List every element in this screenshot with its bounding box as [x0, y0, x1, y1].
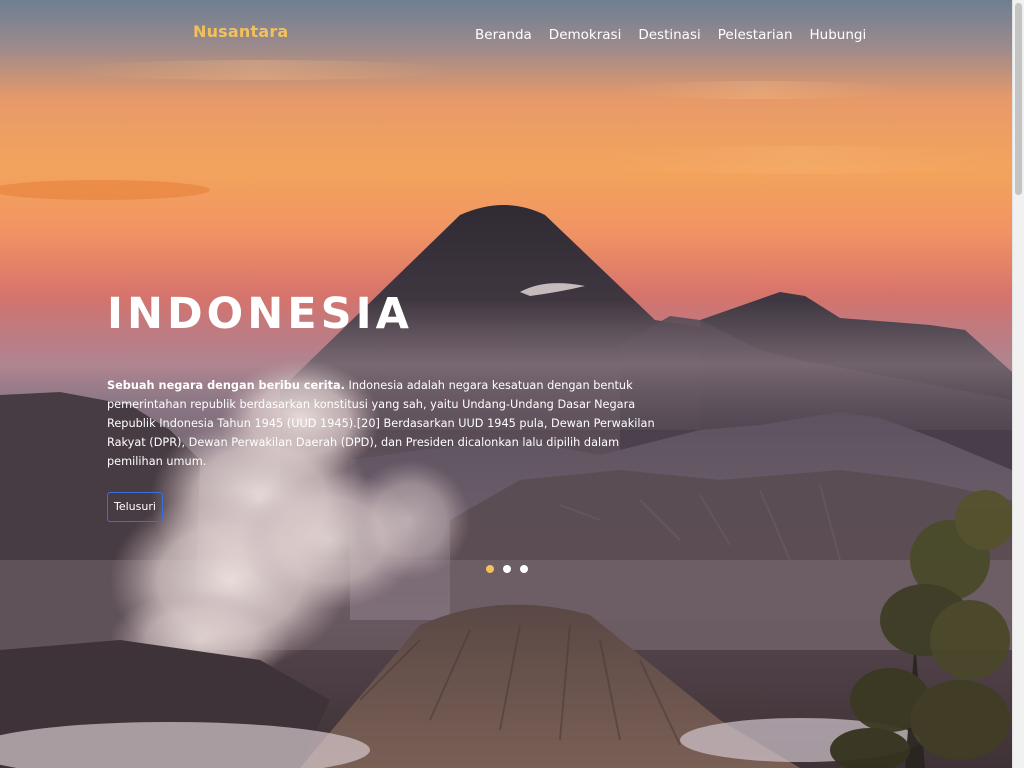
- nav-item-hubungi: Hubungi: [810, 24, 884, 43]
- carousel-indicators: [486, 565, 528, 573]
- vertical-scrollbar[interactable]: [1012, 0, 1024, 768]
- hero-content: INDONESIA Sebuah negara dengan beribu ce…: [107, 286, 667, 522]
- brand-logo[interactable]: Nusantara: [193, 22, 288, 41]
- nav-link-destinasi[interactable]: Destinasi: [638, 27, 700, 43]
- hero-title: INDONESIA: [107, 289, 413, 339]
- scrollbar-thumb[interactable]: [1015, 3, 1022, 195]
- carousel-dot-1[interactable]: [486, 565, 494, 573]
- carousel-dot-3[interactable]: [520, 565, 528, 573]
- hero-lead-text: Sebuah negara dengan beribu cerita.: [107, 379, 345, 392]
- nav-menu: Beranda Demokrasi Destinasi Pelestarian …: [475, 24, 883, 43]
- hero-section: Nusantara Beranda Demokrasi Destinasi Pe…: [0, 0, 1012, 768]
- explore-button[interactable]: Telusuri: [107, 492, 163, 522]
- nav-item-destinasi: Destinasi: [638, 24, 717, 43]
- hero-body-text: Indonesia adalah negara kesatuan dengan …: [107, 379, 655, 468]
- nav-link-hubungi[interactable]: Hubungi: [810, 27, 867, 43]
- nav-item-pelestarian: Pelestarian: [718, 24, 810, 43]
- nav-item-demokrasi: Demokrasi: [549, 24, 639, 43]
- nav-item-beranda: Beranda: [475, 24, 549, 43]
- hero-description: Sebuah negara dengan beribu cerita. Indo…: [107, 376, 667, 471]
- carousel-dot-2[interactable]: [503, 565, 511, 573]
- nav-link-demokrasi[interactable]: Demokrasi: [549, 27, 622, 43]
- nav-link-beranda[interactable]: Beranda: [475, 27, 532, 43]
- navbar: Nusantara Beranda Demokrasi Destinasi Pe…: [0, 0, 1012, 68]
- browser-viewport: Nusantara Beranda Demokrasi Destinasi Pe…: [0, 0, 1024, 768]
- nav-link-pelestarian[interactable]: Pelestarian: [718, 27, 793, 43]
